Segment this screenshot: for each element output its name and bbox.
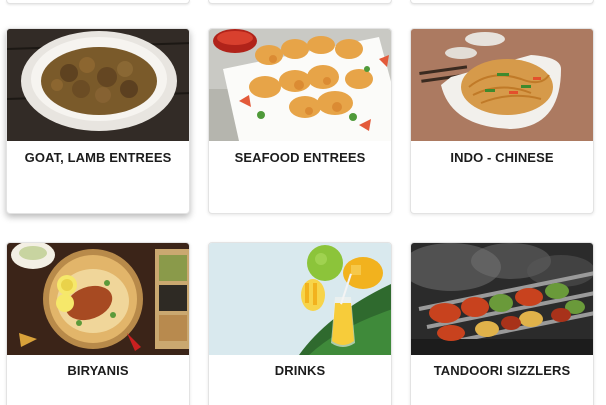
menu-card-biryanis[interactable]: BIRYANIS <box>6 242 190 405</box>
chicken-biryani-image <box>7 243 189 355</box>
menu-card-label: INDO - CHINESE <box>450 150 554 165</box>
tandoori-skewers-image <box>411 243 593 355</box>
hakka-noodles-image <box>411 29 593 141</box>
menu-card-label: BIRYANIS <box>67 363 129 378</box>
fried-shrimp-image <box>209 29 391 141</box>
menu-card-goat-lamb-entrees[interactable]: GOAT, LAMB ENTREES <box>6 28 190 214</box>
menu-card-seafood-entrees[interactable]: SEAFOOD ENTREES <box>208 28 392 214</box>
menu-card-indo-chinese[interactable]: INDO - CHINESE <box>410 28 594 214</box>
mango-lassi-image <box>209 243 391 355</box>
menu-card-above-3[interactable] <box>410 0 594 4</box>
goat-curry-image <box>7 29 189 141</box>
menu-card-label: TANDOORI SIZZLERS <box>433 363 571 378</box>
menu-card-drinks[interactable]: DRINKS <box>208 242 392 405</box>
menu-card-tandoori-sizzlers[interactable]: TANDOORI SIZZLERS <box>410 242 594 405</box>
menu-card-label: SEAFOOD ENTREES <box>234 150 366 165</box>
menu-card-above-2[interactable] <box>208 0 392 4</box>
menu-card-label: GOAT, LAMB ENTREES <box>24 150 172 165</box>
menu-card-label: DRINKS <box>274 363 326 378</box>
menu-card-above-1[interactable] <box>6 0 190 4</box>
